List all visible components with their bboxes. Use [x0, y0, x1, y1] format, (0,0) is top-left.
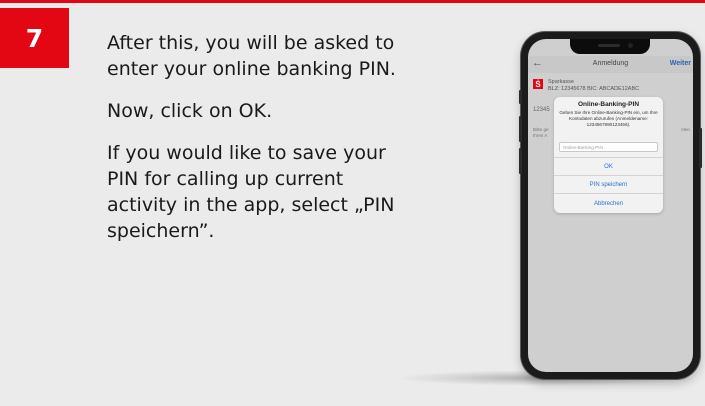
volume-up-button — [519, 116, 522, 142]
ok-button[interactable]: OK — [554, 157, 663, 175]
bank-codes: BLZ: 12345678 BIC: ABCADE12ABC — [548, 86, 640, 92]
front-camera — [628, 43, 633, 48]
sparkasse-logo-icon: Ṡ — [533, 79, 543, 89]
cancel-button[interactable]: Abbrechen — [554, 193, 663, 213]
bank-name: Sparkasse — [548, 79, 574, 85]
instruction-paragraph-save-pin: If you would like to save your PIN for c… — [107, 142, 395, 242]
background-hint-left: Bitte ge Ihres A — [533, 127, 549, 138]
instruction-paragraph-click-ok: Now, click on OK. — [107, 100, 273, 122]
pin-dialog: Online-Banking-PIN Geben Sie Ihre Online… — [554, 97, 663, 213]
top-accent-rule — [0, 0, 705, 3]
background-hint-right: nten — [681, 127, 690, 132]
instruction-paragraph-enter-pin: After this, you will be asked to enter y… — [107, 32, 396, 80]
phone-screen: ← Anmeldung Weiter Ṡ Sparkasse BLZ: 1234… — [528, 39, 693, 372]
instruction-text: After this, you will be asked to enter y… — [107, 30, 407, 260]
smartphone-mockup: ← Anmeldung Weiter Ṡ Sparkasse BLZ: 1234… — [519, 32, 702, 379]
nav-title: Anmeldung — [592, 60, 629, 67]
next-button[interactable]: Weiter — [670, 60, 691, 67]
volume-down-button — [519, 148, 522, 174]
power-button — [699, 128, 702, 168]
account-number-field: 12345 — [533, 107, 550, 113]
save-pin-button[interactable]: PIN speichern — [554, 175, 663, 193]
pin-input[interactable]: Online-Banking-PIN — [559, 142, 658, 152]
app-navbar: ← Anmeldung Weiter — [528, 56, 693, 73]
mute-switch — [519, 90, 522, 104]
phone-notch — [570, 39, 650, 54]
dialog-message: Geben Sie Ihre Online-Banking-PIN ein, u… — [559, 110, 658, 127]
step-number-badge: 7 — [0, 8, 69, 68]
dialog-title: Online-Banking-PIN — [577, 101, 640, 108]
earpiece-speaker — [598, 44, 620, 47]
